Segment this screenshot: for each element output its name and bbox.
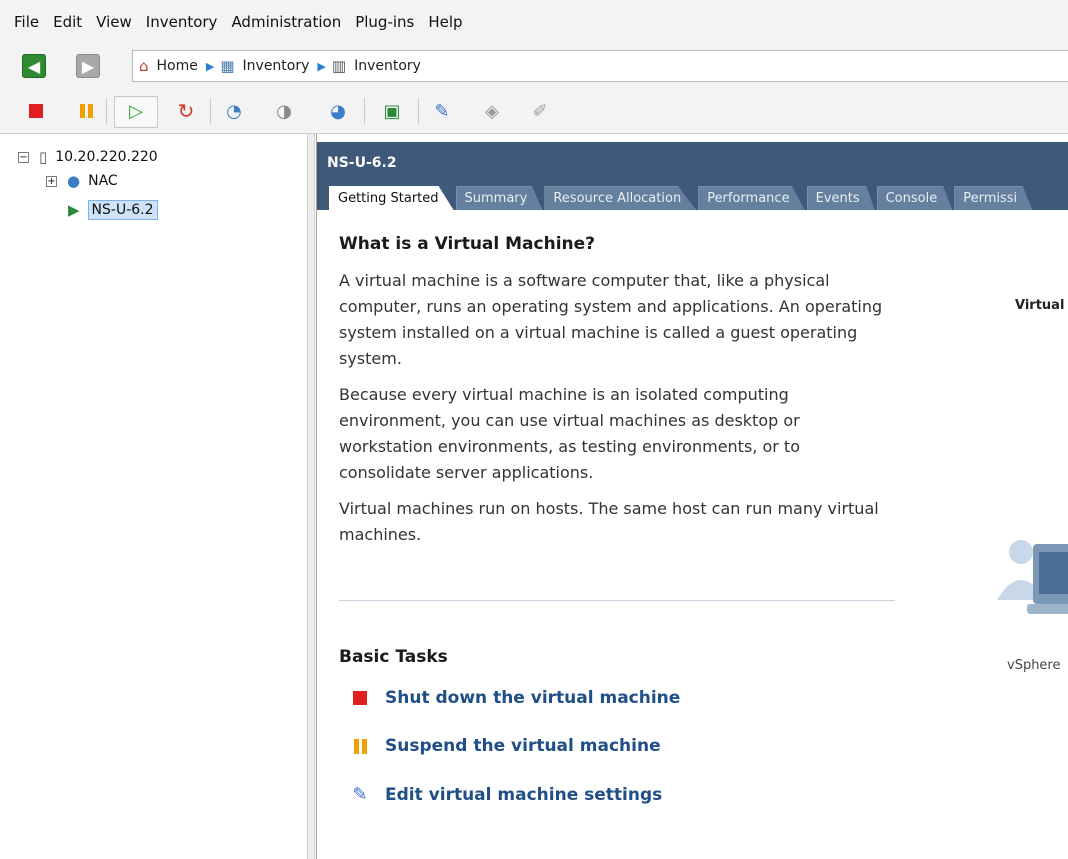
edit-settings-button[interactable]: ✎ — [430, 99, 454, 123]
tree-item-vm[interactable]: ▶ NS-U-6.2 — [68, 200, 158, 220]
console-button[interactable]: ▣ — [380, 99, 404, 123]
resource-pool-icon: ● — [67, 172, 81, 190]
arrow-right-icon: ▶ — [81, 56, 95, 76]
basic-tasks-title: Basic Tasks — [339, 647, 448, 667]
task-suspend-label: Suspend the virtual machine — [385, 736, 661, 756]
menu-help[interactable]: Help — [426, 11, 464, 33]
expand-icon[interactable]: + — [46, 175, 57, 187]
host-server-icon: ▯ — [39, 148, 48, 166]
pane-splitter[interactable] — [308, 134, 315, 859]
tree-item-vm-label: NS-U-6.2 — [87, 200, 158, 220]
intro-paragraph: A virtual machine is a software computer… — [339, 271, 883, 368]
tree-item-host[interactable]: − ▯ 10.20.220.220 — [18, 148, 158, 166]
task-suspend[interactable]: Suspend the virtual machine — [349, 736, 661, 756]
clone-icon: ✐ — [532, 100, 548, 122]
diagram-label-bottom: vSphere — [1007, 658, 1061, 673]
breadcrumb-inventory-2[interactable]: ▥ Inventory — [332, 57, 421, 75]
migrate-button[interactable]: ◈ — [480, 99, 504, 123]
menu-edit[interactable]: Edit — [51, 11, 84, 33]
play-icon: ▷ — [129, 100, 143, 122]
pause-icon — [79, 104, 93, 118]
vm-title: NS-U-6.2 — [327, 155, 397, 171]
migrate-icon: ◈ — [485, 100, 499, 122]
home-icon: ⌂ — [139, 57, 149, 75]
breadcrumb-home-label: Home — [156, 58, 198, 74]
tab-events[interactable]: Events — [806, 186, 875, 210]
menu-administration[interactable]: Administration — [229, 11, 343, 33]
tab-performance[interactable]: Performance — [698, 186, 805, 210]
console-icon: ▣ — [383, 100, 401, 122]
breadcrumb-separator-icon[interactable]: ▶ — [317, 60, 325, 73]
divider — [339, 600, 895, 601]
edit-settings-icon: ✎ — [352, 784, 368, 805]
task-edit-settings-label: Edit virtual machine settings — [385, 784, 663, 805]
pause-icon — [349, 738, 371, 754]
getting-started-section: What is a Virtual Machine? A virtual mac… — [339, 234, 895, 558]
menu-file[interactable]: File — [12, 11, 41, 33]
breadcrumb: ⌂ Home ▶ ▦ Inventory ▶ ▥ Inventory — [132, 50, 1068, 82]
breadcrumb-inventory[interactable]: ▦ Inventory — [220, 57, 309, 75]
revert-snapshot-icon: ◑ — [276, 100, 292, 122]
menu-view[interactable]: View — [94, 11, 134, 33]
menu-bar: File Edit View Inventory Administration … — [0, 0, 1068, 44]
tree-item-nac-label: NAC — [88, 173, 118, 189]
suspend-button[interactable] — [74, 99, 98, 123]
stop-icon — [349, 691, 371, 705]
task-edit-settings[interactable]: ✎ Edit virtual machine settings — [349, 784, 662, 805]
snapshot-manager-button[interactable]: ◕ — [326, 99, 350, 123]
menu-plugins[interactable]: Plug-ins — [353, 11, 416, 33]
tab-console[interactable]: Console — [876, 186, 953, 210]
stop-icon — [29, 104, 43, 118]
tab-resource-allocation[interactable]: Resource Allocation — [544, 186, 697, 210]
power-on-button[interactable]: ▷ — [124, 99, 148, 123]
breadcrumb-home[interactable]: ⌂ Home — [139, 57, 198, 75]
forward-button[interactable]: ▶ — [76, 54, 100, 78]
inventory-tree: − ▯ 10.20.220.220 + ● NAC ▶ NS-U-6.2 — [0, 134, 308, 859]
vsphere-illustration — [997, 540, 1068, 614]
tab-getting-started[interactable]: Getting Started — [329, 186, 454, 210]
tree-item-nac[interactable]: + ● NAC — [46, 172, 118, 190]
inventory-vms-icon: ▥ — [331, 57, 347, 75]
hosts-paragraph: Virtual machines run on hosts. The same … — [339, 499, 879, 544]
snapshot-button[interactable]: ◔ — [222, 99, 246, 123]
inventory-hosts-icon: ▦ — [220, 57, 235, 75]
vm-header: NS-U-6.2 Getting Started Summary Resourc… — [317, 142, 1068, 210]
breadcrumb-inventory-label: Inventory — [242, 58, 310, 74]
tab-bar: Getting Started Summary Resource Allocat… — [329, 186, 1034, 210]
revert-snapshot-button[interactable]: ◑ — [272, 99, 296, 123]
tab-summary[interactable]: Summary — [455, 186, 543, 210]
snapshot-icon: ◔ — [226, 100, 242, 122]
task-shut-down[interactable]: Shut down the virtual machine — [349, 688, 680, 708]
menu-inventory[interactable]: Inventory — [144, 11, 220, 33]
reset-icon: ↻ — [177, 99, 195, 123]
vm-powered-on-icon: ▶ — [68, 201, 80, 219]
snapshot-manager-icon: ◕ — [330, 100, 346, 122]
arrow-left-icon: ◀ — [27, 56, 41, 76]
collapse-icon[interactable]: − — [18, 151, 29, 163]
section-heading: What is a Virtual Machine? — [339, 234, 596, 254]
tree-item-host-label: 10.20.220.220 — [55, 149, 158, 165]
back-button[interactable]: ◀ — [22, 54, 46, 78]
toolbar: ▷ ↻ ◔ ◑ ◕ ▣ ✎ ◈ ✐ — [0, 88, 1068, 134]
breadcrumb-inventory-2-label: Inventory — [354, 58, 421, 74]
power-off-button[interactable] — [24, 99, 48, 123]
content-panel: NS-U-6.2 Getting Started Summary Resourc… — [316, 134, 1068, 859]
diagram-label-top: Virtual — [1015, 298, 1065, 313]
reset-button[interactable]: ↻ — [174, 99, 198, 123]
clone-button[interactable]: ✐ — [528, 99, 552, 123]
navigation-bar: ◀ ▶ ⌂ Home ▶ ▦ Inventory ▶ ▥ Inventory — [0, 44, 1068, 88]
tab-permissions[interactable]: Permissi — [954, 186, 1033, 210]
edit-settings-icon: ✎ — [434, 100, 450, 122]
task-shut-down-label: Shut down the virtual machine — [385, 688, 681, 708]
isolation-paragraph: Because every virtual machine is an isol… — [339, 385, 800, 482]
breadcrumb-separator-icon[interactable]: ▶ — [206, 60, 214, 73]
